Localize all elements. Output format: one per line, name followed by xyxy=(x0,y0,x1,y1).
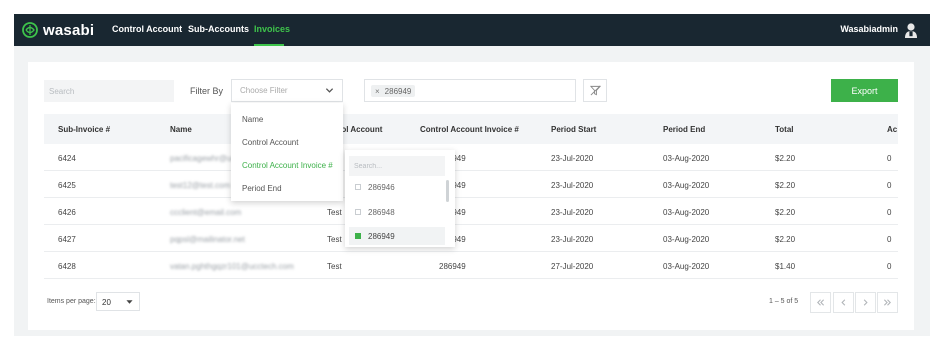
next-page-button[interactable] xyxy=(855,292,876,313)
filter-value-option-selected[interactable]: 286949 xyxy=(349,227,445,245)
nav-control-account[interactable]: Control Account xyxy=(112,24,182,34)
filter-value-option-label: 286946 xyxy=(368,182,395,192)
table-row[interactable]: 6424 pacificagewhr@ucctech.com 286949 23… xyxy=(44,144,898,171)
pagination-range: 1 – 5 of 5 xyxy=(769,298,799,305)
user-name[interactable]: Wasabiadmin xyxy=(840,24,898,34)
cell-period-end: 03-Aug-2020 xyxy=(663,262,710,271)
chevron-right-icon xyxy=(863,299,868,306)
col-total[interactable]: Total xyxy=(775,125,794,134)
filter-by-label: Filter By xyxy=(190,86,224,96)
filter-option-name[interactable]: Name xyxy=(242,115,263,124)
cell-control-account-invoice: 286949 xyxy=(439,262,466,271)
cell-sub-invoice: 6426 xyxy=(58,208,76,217)
cell-name: vatan.pghthgqzr101@ucctech.com xyxy=(170,262,294,271)
first-page-button[interactable] xyxy=(810,292,831,313)
items-per-page-value: 20 xyxy=(102,298,111,307)
cell-period-start: 23-Jul-2020 xyxy=(551,235,594,244)
cell-name: ccclient@email.com xyxy=(170,208,242,217)
table-header: Sub-Invoice # Name Control Account Contr… xyxy=(44,114,898,144)
cell-total: $2.20 xyxy=(775,181,796,190)
clear-filter-button[interactable] xyxy=(583,79,607,102)
cell-period-start: 23-Jul-2020 xyxy=(551,208,594,217)
cell-period-start: 23-Jul-2020 xyxy=(551,154,594,163)
remove-chip-icon[interactable]: × xyxy=(375,87,380,96)
caret-down-icon xyxy=(126,300,133,304)
filter-value-option-label: 286949 xyxy=(368,231,395,241)
cell-actions: 0 xyxy=(887,154,892,163)
col-control-account-invoice[interactable]: Control Account Invoice # xyxy=(420,125,519,134)
filter-option-control-account[interactable]: Control Account xyxy=(242,138,298,147)
col-period-end[interactable]: Period End xyxy=(663,125,705,134)
filter-value-panel: 286946 286948 286949 xyxy=(345,150,455,247)
cell-period-start: 27-Jul-2020 xyxy=(551,262,594,271)
cell-total: $2.20 xyxy=(775,154,796,163)
col-sub-invoice[interactable]: Sub-Invoice # xyxy=(58,125,110,134)
cell-period-end: 03-Aug-2020 xyxy=(663,181,710,190)
filter-clear-icon xyxy=(589,85,601,96)
cell-control-account: Test xyxy=(327,235,342,244)
cell-control-account: Test xyxy=(327,208,342,217)
filter-value-option[interactable]: 286946 xyxy=(349,178,445,196)
last-page-button[interactable] xyxy=(877,292,898,313)
cell-name: pqpsl@mailinator.net xyxy=(170,235,245,244)
filter-option-control-account-invoice[interactable]: Control Account Invoice # xyxy=(242,161,333,170)
scrollbar[interactable] xyxy=(446,180,449,202)
cell-name: test12@test.com xyxy=(170,181,231,190)
cell-total: $1.40 xyxy=(775,262,796,271)
first-page-icon xyxy=(817,299,825,306)
cell-control-account: Test xyxy=(327,262,342,271)
checkbox[interactable] xyxy=(355,184,361,190)
cell-actions: 0 xyxy=(887,262,892,271)
filter-select[interactable]: Choose Filter xyxy=(231,79,343,102)
cell-sub-invoice: 6428 xyxy=(58,262,76,271)
chevron-left-icon xyxy=(841,299,846,306)
filter-chip-value: 286949 xyxy=(384,86,412,96)
nav-invoices[interactable]: Invoices xyxy=(254,24,290,34)
checkbox-checked[interactable] xyxy=(355,233,361,239)
brand-logo[interactable]: wasabi xyxy=(22,22,97,39)
cell-actions: 0 xyxy=(887,181,892,190)
cell-period-end: 03-Aug-2020 xyxy=(663,154,710,163)
cell-actions: 0 xyxy=(887,235,892,244)
chevron-down-icon xyxy=(325,88,334,93)
cell-sub-invoice: 6425 xyxy=(58,181,76,190)
active-filter-box[interactable]: × 286949 xyxy=(364,79,576,102)
table-row[interactable]: 6426 ccclient@email.com Test 286949 23-J… xyxy=(44,198,898,225)
cell-period-start: 23-Jul-2020 xyxy=(551,181,594,190)
filter-chip[interactable]: × 286949 xyxy=(371,85,416,97)
filter-dropdown-menu: Name Control Account Control Account Inv… xyxy=(231,103,343,201)
nav-sub-accounts[interactable]: Sub-Accounts xyxy=(188,24,249,34)
table-row[interactable]: 6427 pqpsl@mailinator.net Test 286949 23… xyxy=(44,225,898,252)
col-period-start[interactable]: Period Start xyxy=(551,125,596,134)
cell-total: $2.20 xyxy=(775,235,796,244)
filter-value-option-label: 286948 xyxy=(368,207,395,217)
filter-select-placeholder: Choose Filter xyxy=(240,86,288,95)
col-name[interactable]: Name xyxy=(170,125,192,134)
checkbox[interactable] xyxy=(355,209,361,215)
filter-option-period-end[interactable]: Period End xyxy=(242,184,282,193)
cell-sub-invoice: 6424 xyxy=(58,154,76,163)
cell-actions: 0 xyxy=(887,208,892,217)
top-navbar: wasabi Control Account Sub-Accounts Invo… xyxy=(14,14,930,46)
last-page-icon xyxy=(883,299,891,306)
filter-value-option[interactable]: 286948 xyxy=(349,203,445,221)
table-row[interactable]: 6428 vatan.pghthgqzr101@ucctech.com Test… xyxy=(44,252,898,279)
wasabi-logo-icon xyxy=(22,22,38,38)
previous-page-button[interactable] xyxy=(833,292,854,313)
cell-period-end: 03-Aug-2020 xyxy=(663,208,710,217)
search-input[interactable] xyxy=(44,80,174,102)
table-row[interactable]: 6425 test12@test.com 286949 23-Jul-2020 … xyxy=(44,171,898,198)
items-per-page-select[interactable]: 20 xyxy=(96,292,140,311)
user-avatar-icon[interactable] xyxy=(904,22,918,38)
cell-period-end: 03-Aug-2020 xyxy=(663,235,710,244)
export-button[interactable]: Export xyxy=(831,79,898,102)
col-actions[interactable]: Ac xyxy=(887,125,897,134)
cell-sub-invoice: 6427 xyxy=(58,235,76,244)
items-per-page-label: Items per page: xyxy=(47,298,96,305)
cell-total: $2.20 xyxy=(775,208,796,217)
filter-value-search-input[interactable] xyxy=(349,156,445,176)
brand-name: wasabi xyxy=(43,21,95,39)
